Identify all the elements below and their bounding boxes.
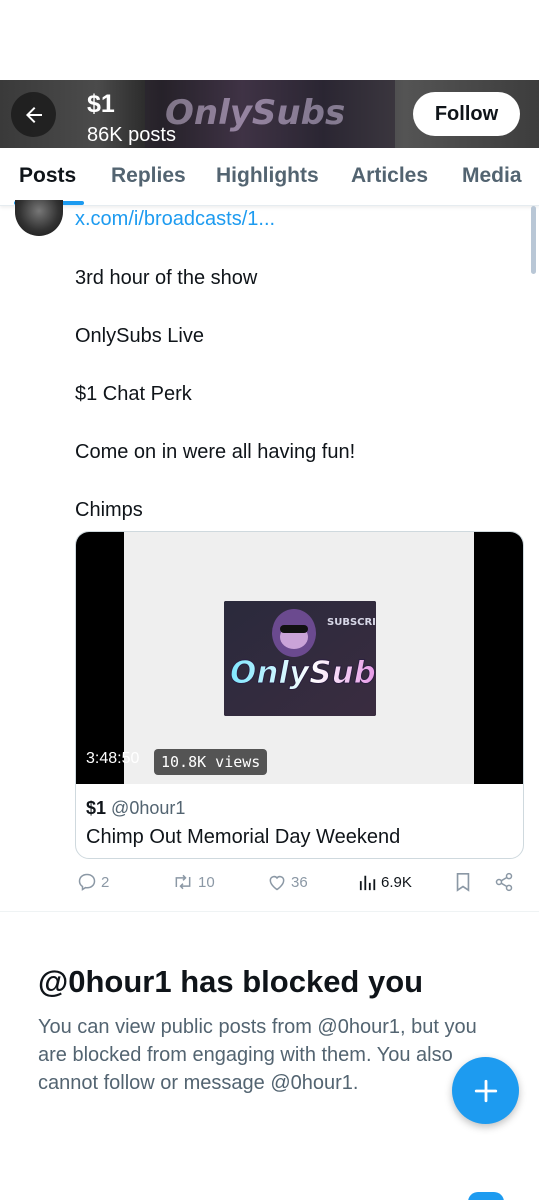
- post-text-line: Chimps: [75, 499, 143, 521]
- post-actions: 2 10 36 6.9K: [0, 872, 539, 898]
- card-title: Chimp Out Memorial Day Weekend: [86, 826, 401, 848]
- profile-header: OnlySubs $1 86K posts Follow: [0, 80, 539, 148]
- broadcast-card[interactable]: SUBSCRIBE OnlySubs 3:48:50 10.8K views $…: [75, 531, 524, 859]
- video-frame: SUBSCRIBE OnlySubs: [124, 532, 474, 784]
- post-text-line: 3rd hour of the show: [75, 267, 258, 289]
- card-author-handle: @0hour1: [111, 798, 186, 818]
- blocked-title: @0hour1 has blocked you: [38, 964, 424, 999]
- post-text-line: Come on in were all having fun!: [75, 441, 356, 463]
- views-button[interactable]: 6.9K: [359, 872, 412, 892]
- bookmark-button[interactable]: [455, 872, 471, 892]
- like-button[interactable]: 36: [267, 872, 308, 892]
- bookmark-icon: [456, 873, 470, 892]
- compose-button[interactable]: [452, 1057, 519, 1124]
- video-player[interactable]: SUBSCRIBE OnlySubs 3:48:50 10.8K views: [76, 532, 523, 784]
- banner-logo-text: OnlySubs: [165, 93, 345, 133]
- blocked-message: You can view public posts from @0hour1, …: [38, 1016, 477, 1094]
- card-author-name: $1: [86, 798, 107, 818]
- share-icon: [495, 872, 513, 892]
- back-arrow-icon: [25, 106, 42, 123]
- follow-button[interactable]: Follow: [413, 92, 520, 136]
- header-banner-art: OnlySubs: [145, 80, 395, 148]
- post-count: 86K posts: [87, 124, 176, 146]
- share-button[interactable]: [494, 872, 514, 892]
- section-divider: [0, 911, 539, 912]
- tab-replies[interactable]: Replies: [111, 164, 186, 188]
- profile-tabs: Posts Replies Highlights Articles Media: [0, 148, 539, 206]
- like-count: 36: [291, 873, 308, 891]
- repost-button[interactable]: 10: [172, 872, 215, 892]
- card-author: $1 @0hour1: [86, 798, 185, 819]
- reply-count: 2: [101, 873, 110, 891]
- scrollbar[interactable]: [531, 206, 536, 274]
- post-text-line: OnlySubs Live: [75, 325, 204, 347]
- back-button[interactable]: [11, 92, 56, 137]
- thumbnail-corner-text: SUBSCRIBE: [327, 617, 376, 628]
- tab-highlights[interactable]: Highlights: [216, 164, 319, 188]
- reply-button[interactable]: 2: [77, 872, 109, 892]
- views-icon: [359, 875, 376, 891]
- tab-media[interactable]: Media: [462, 164, 522, 188]
- broadcast-link[interactable]: x.com/i/broadcasts/1...: [75, 208, 275, 231]
- reply-icon: [78, 873, 96, 891]
- repost-count: 10: [198, 873, 215, 891]
- tab-posts[interactable]: Posts: [19, 164, 76, 188]
- like-icon: [269, 875, 285, 891]
- status-area: [0, 0, 539, 80]
- view-count: 6.9K: [381, 873, 412, 891]
- video-timestamp: 3:48:50: [86, 750, 140, 767]
- bottom-nav-peek: [468, 1192, 504, 1200]
- profile-name: $1: [87, 90, 115, 118]
- video-view-count: 10.8K views: [154, 749, 268, 775]
- thumbnail-logo-text: OnlySubs: [230, 655, 376, 691]
- onlysubs-thumbnail: SUBSCRIBE OnlySubs: [224, 601, 376, 716]
- plus-icon: [474, 1079, 497, 1102]
- post-text-line: $1 Chat Perk: [75, 383, 192, 405]
- repost-icon: [175, 874, 191, 890]
- tab-articles[interactable]: Articles: [351, 164, 428, 188]
- avatar[interactable]: [15, 200, 63, 236]
